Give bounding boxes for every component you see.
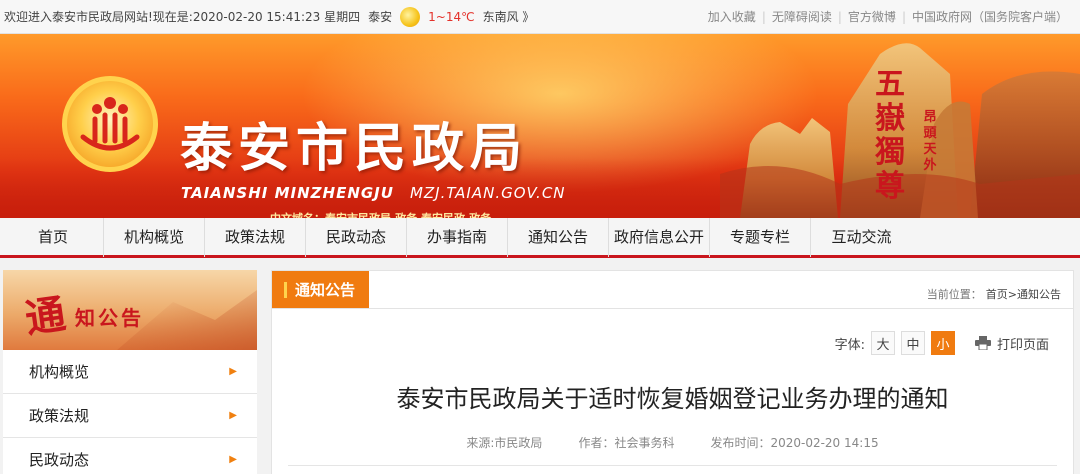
accessible-reading-link[interactable]: 无障碍阅读 [766,8,838,25]
nav-home[interactable]: 首页 [3,216,104,257]
site-url: MZJ.TAIAN.GOV.CN [409,184,566,202]
nav-interaction[interactable]: 互动交流 [811,217,912,257]
nav-gov-info[interactable]: 政府信息公开 [609,216,710,257]
carving-big-text: 五嶽獨尊 [875,67,905,204]
article-panel: 通知公告 当前位置： 首页>通知公告 字体: 大 中 小 打印页面 泰安市民政局关… [271,270,1074,474]
article-meta: 来源:市民政局 作者：社会事务科 发布时间：2020-02-20 14:15 [288,434,1057,466]
sidebar: 通 知公告 机构概览 ▶ 政策法规 ▶ 民政动态 ▶ [3,270,257,474]
font-size-label: 字体: [834,337,865,353]
breadcrumb-path[interactable]: 首页>通知公告 [986,286,1061,302]
article-source: 来源:市民政局 [466,436,543,450]
nav-service-guide[interactable]: 办事指南 [407,216,508,257]
welcome-text: 欢迎进入泰安市民政局网站!现在是:2020-02-20 15:41:23 星期四 [4,10,361,24]
chevron-right-icon: ▶ [229,366,237,377]
chinese-domain: 中文域名：泰安市民政局.政务 泰安民政.政务 [270,210,491,218]
article-title: 泰安市民政局关于适时恢复婚姻登记业务办理的通知 [396,385,949,413]
site-banner: 泰安市民政局 TAIANSHI MINZHENGJU MZJ.TAIAN.GOV.… [0,34,1080,218]
weather-wind[interactable]: 东南风 》 [483,8,535,25]
sidebar-item-policies[interactable]: 政策法规 ▶ [3,394,257,438]
breadcrumb: 当前位置： 首页>通知公告 [926,286,1061,302]
sidebar-item-news[interactable]: 民政动态 ▶ [3,438,257,474]
site-pinyin: TAIANSHI MINZHENGJU MZJ.TAIAN.GOV.CN [181,184,566,202]
nav-notices[interactable]: 通知公告 [508,216,609,257]
sidebar-title: 知公告 [75,306,144,330]
gov-cn-link[interactable]: 中国政府网（国务院客户端） [906,8,1074,25]
printer-icon [974,336,991,350]
sidebar-header: 通 知公告 [3,270,257,350]
sidebar-item-org-overview[interactable]: 机构概览 ▶ [3,350,257,394]
sidebar-brush-char: 通 [22,290,69,343]
chevron-right-icon: ▶ [229,454,237,465]
nav-org-overview[interactable]: 机构概览 [104,216,205,257]
article-tools: 字体: 大 中 小 打印页面 [272,309,1073,355]
add-favorite-link[interactable]: 加入收藏 [702,8,762,25]
sun-icon [400,6,421,27]
top-bar: 欢迎进入泰安市民政局网站!现在是:2020-02-20 15:41:23 星期四… [0,0,1080,34]
font-size-small-button[interactable]: 小 [930,331,955,355]
tab-notices[interactable]: 通知公告 [272,271,370,308]
main-nav: 首页 机构概览 政策法规 民政动态 办事指南 通知公告 政府信息公开 专题专栏 … [0,216,1080,258]
site-name: 泰安市民政局 [180,118,529,179]
weather-city: 泰安 [368,10,393,24]
civil-affairs-emblem-icon [62,76,158,172]
official-weibo-link[interactable]: 官方微博 [842,8,902,25]
article-author: 作者：社会事务科 [578,436,675,450]
article-date: 发布时间：2020-02-20 14:15 [710,436,879,450]
weather-temperature: 1~14℃ [428,9,475,24]
chevron-right-icon: ▶ [229,410,237,421]
font-size-large-button[interactable]: 大 [870,331,895,355]
font-size-medium-button[interactable]: 中 [900,331,925,355]
nav-policies[interactable]: 政策法规 [205,216,306,257]
nav-news[interactable]: 民政动态 [306,216,407,257]
carving-small-text: 昂頭天外 [923,110,937,173]
nav-special-topics[interactable]: 专题专栏 [710,216,811,257]
print-button[interactable]: 打印页面 [974,334,1049,353]
